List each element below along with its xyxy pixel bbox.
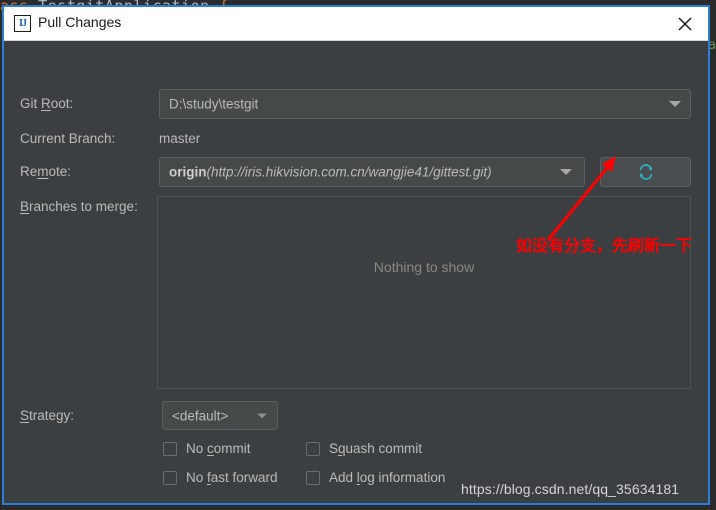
branches-to-merge-panel[interactable]: Nothing to show [157,196,691,389]
git-root-label: Git Root: [20,96,74,111]
chevron-down-icon [560,169,572,175]
chevron-down-icon [257,413,267,418]
checkbox-box[interactable] [163,470,177,485]
checkbox-squash-commit[interactable]: Squash commit [306,441,422,456]
intellij-idea-icon: IJ [14,15,31,32]
checkbox-label: Squash commit [329,441,423,456]
checkbox-add-log-information[interactable]: Add log information [306,470,445,485]
branches-to-merge-label: Branches to merge: [20,199,138,214]
git-root-value: D:\study\testgit [169,96,259,112]
strategy-label: Strategy: [20,408,75,423]
dialog-body: Git Root: D:\study\testgit Current Branc… [4,41,708,503]
remote-label: Remote: [20,164,72,179]
strategy-value: <default> [172,408,229,423]
help-icon[interactable]: ? [24,504,52,505]
checkbox-box[interactable] [306,441,320,456]
dialog-titlebar: IJ Pull Changes [4,7,708,41]
checkbox-label: Add log information [329,470,446,485]
checkbox-box[interactable] [306,470,320,485]
remote-name: origin [169,164,207,180]
current-branch-value: master [159,131,201,146]
checkbox-label: No fast forward [186,470,278,485]
refresh-icon [639,164,652,180]
chevron-down-icon [669,101,681,107]
refresh-remotes-button[interactable] [600,157,691,187]
current-branch-label: Current Branch: [20,131,116,146]
strategy-combobox[interactable]: <default> [162,401,278,430]
checkbox-no-commit[interactable]: No commit [163,441,251,456]
checkbox-label: No commit [186,441,251,456]
remote-value: origin(http://iris.hikvision.com.cn/wang… [169,165,492,180]
git-root-combobox[interactable]: D:\study\testgit [159,89,691,119]
csdn-watermark: https://blog.csdn.net/qq_35634181 [461,481,680,497]
branches-empty-message: Nothing to show [373,259,475,275]
close-icon[interactable] [674,13,696,35]
remote-url: (http://iris.hikvision.com.cn/wangjie41/… [206,164,492,180]
checkbox-box[interactable] [163,441,177,456]
annotation-note: 如没有分支，先刷新一下 [516,236,693,255]
dialog-title: Pull Changes [38,14,122,30]
checkbox-no-fast-forward[interactable]: No fast forward [163,470,278,485]
remote-combobox[interactable]: origin(http://iris.hikvision.com.cn/wang… [159,157,585,187]
